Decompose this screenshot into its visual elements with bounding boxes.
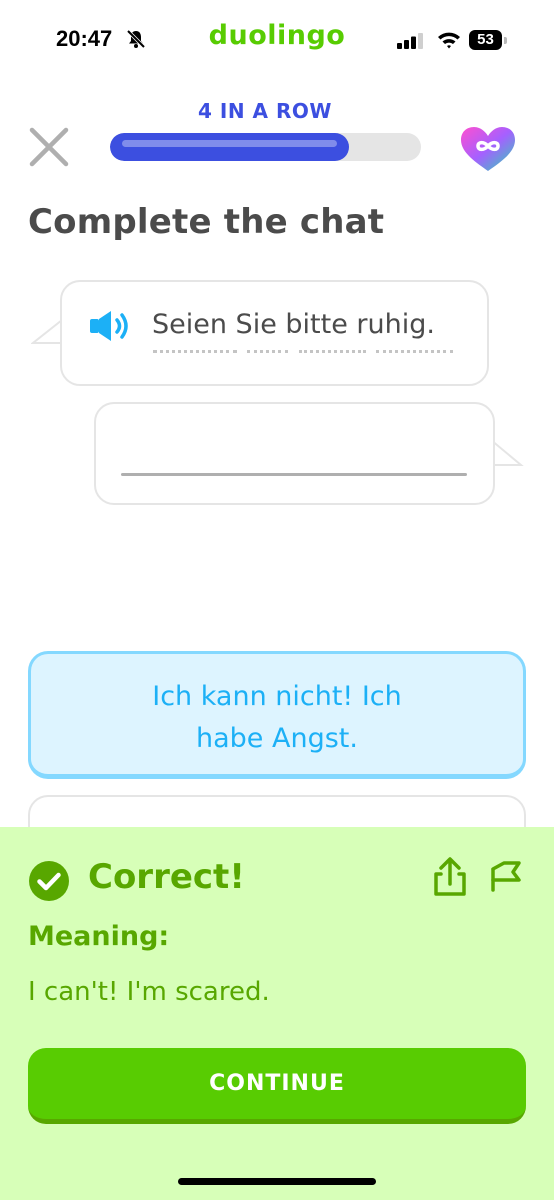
answer-bubble <box>94 402 495 505</box>
progress-shine <box>122 140 337 147</box>
meaning-label: Meaning: <box>28 921 170 952</box>
word-hint-underline <box>299 350 366 353</box>
answer-option-selected[interactable]: Ich kann nicht! Ich habe Angst. <box>28 651 526 779</box>
battery-tip <box>504 37 507 44</box>
option-line: habe Angst. <box>196 723 358 754</box>
flag-icon[interactable] <box>489 858 525 896</box>
answer-blank[interactable] <box>121 473 467 476</box>
battery-icon: 53 <box>469 30 502 50</box>
option-line: Ich kann nicht! Ich <box>152 681 402 712</box>
feedback-status: Correct! <box>88 857 245 897</box>
battery-level: 53 <box>477 31 494 48</box>
close-icon[interactable] <box>28 126 70 168</box>
streak-label: 4 IN A ROW <box>198 99 332 123</box>
signal-icon <box>397 33 423 49</box>
speaker-icon[interactable] <box>89 309 133 343</box>
word-hint-underline <box>153 350 237 353</box>
meaning-text: I can't! I'm scared. <box>28 977 270 1007</box>
share-icon[interactable] <box>432 856 468 898</box>
home-indicator[interactable] <box>178 1178 376 1185</box>
status-bar: 20:47 duolingo 53 <box>0 0 554 82</box>
continue-button[interactable]: CONTINUE <box>28 1048 526 1124</box>
feedback-panel <box>0 827 554 1200</box>
prompt-bubble-tail <box>31 319 63 344</box>
lesson-progress-bar <box>110 133 421 161</box>
wifi-icon <box>438 32 460 49</box>
word-hint-underline <box>247 350 288 353</box>
prompt-text[interactable]: Seien Sie bitte ruhig. <box>152 309 435 340</box>
answer-bubble-tail <box>490 439 524 466</box>
word-hint-underline <box>376 350 453 353</box>
check-circle-icon <box>29 861 69 901</box>
exercise-title: Complete the chat <box>28 202 385 242</box>
progress-fill <box>110 133 349 161</box>
infinity-heart-icon[interactable] <box>457 124 519 174</box>
